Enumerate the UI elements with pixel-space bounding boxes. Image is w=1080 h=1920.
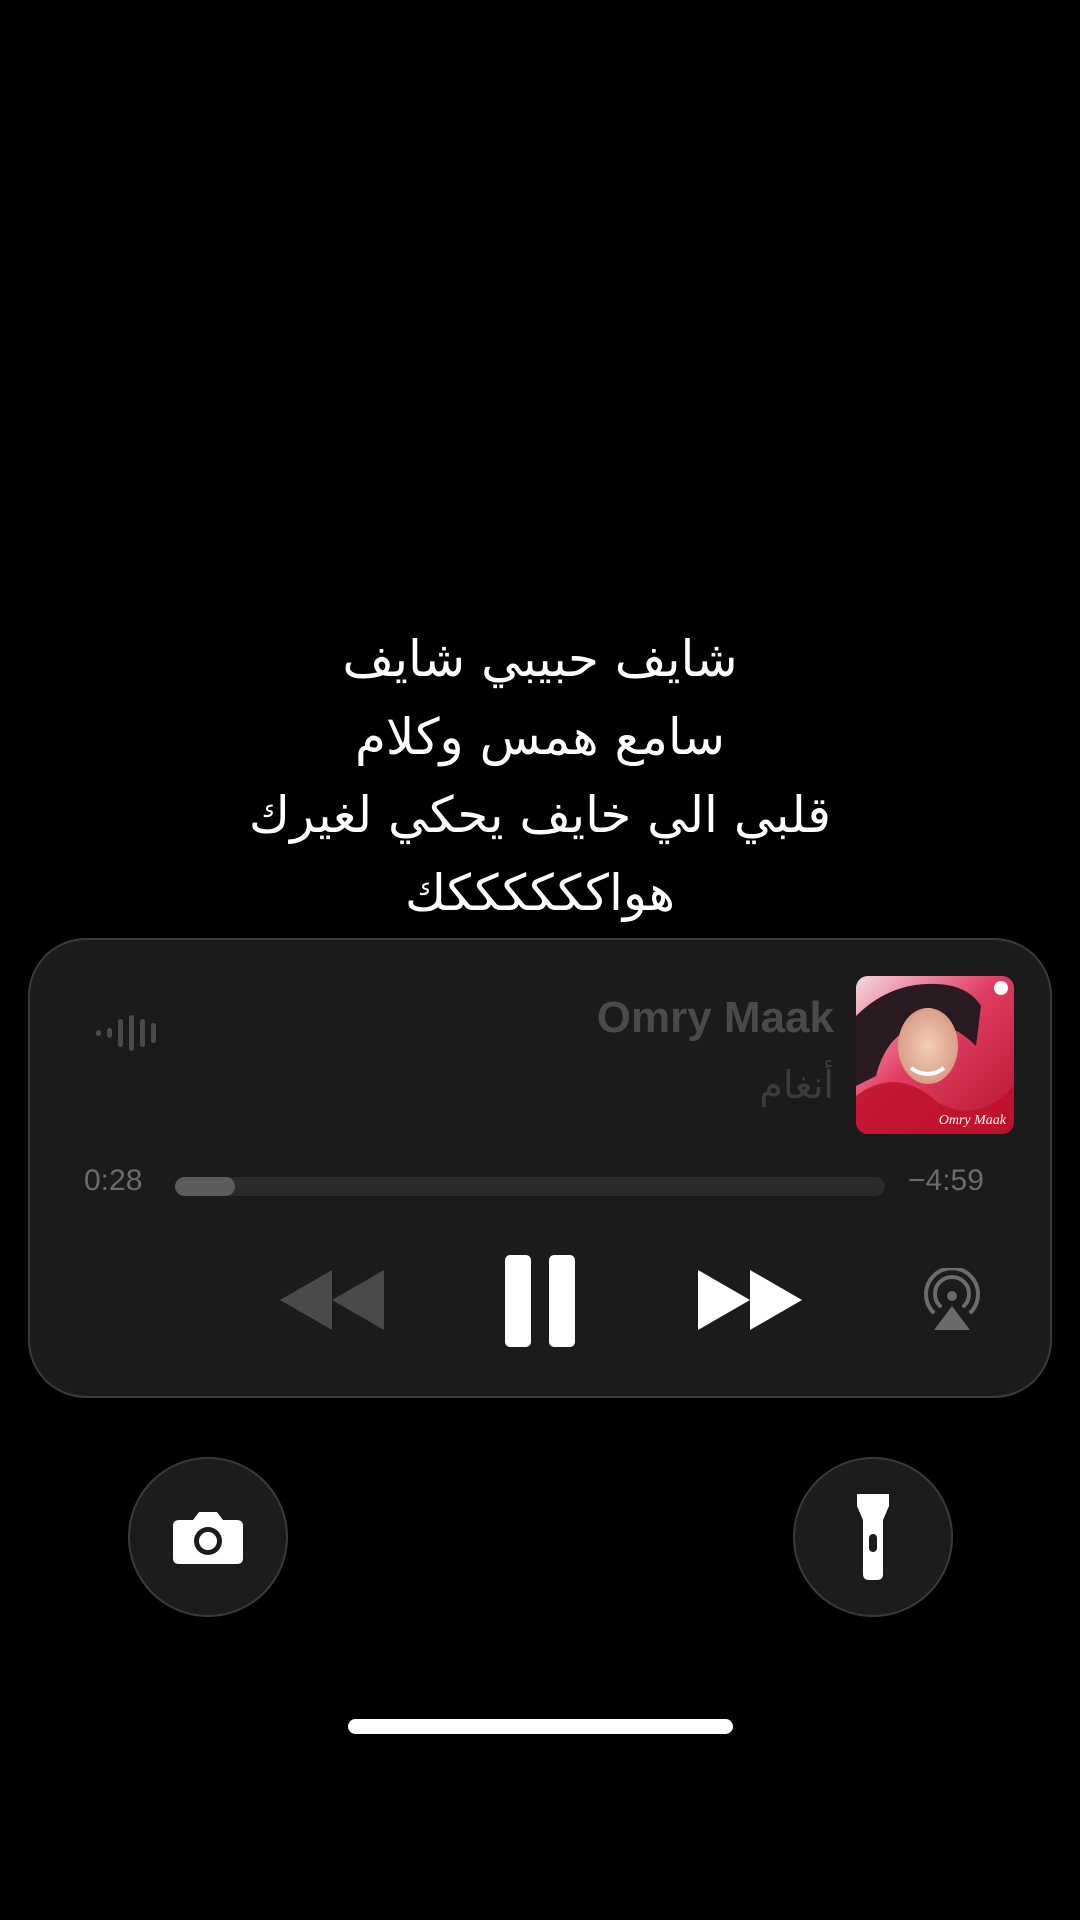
playback-progress-fill [175,1177,236,1196]
lyric-line: سامع همس وكلام [354,708,726,766]
flashlight-button[interactable] [793,1457,953,1617]
rewind-icon[interactable] [280,1270,384,1330]
lyric-line: شايف حبيبي شايف [342,630,738,688]
album-artwork[interactable]: Omry Maak [856,976,1014,1134]
time-remaining: −4:59 [908,1164,984,1197]
lyrics-overlay: شايف حبيبي شايف سامع همس وكلام قلبي الي … [0,620,1080,932]
camera-button[interactable] [128,1457,288,1617]
album-cover-text: Omry Maak [939,1113,1007,1128]
fast-forward-icon[interactable] [698,1270,802,1330]
playback-progress-bar[interactable] [175,1177,885,1196]
lyric-line: قلبي الي خايف يحكي لغيرك [248,786,832,844]
track-title: Omry Maak [596,993,834,1042]
pause-icon[interactable] [505,1255,575,1347]
home-indicator[interactable] [348,1719,733,1734]
airplay-icon[interactable] [920,1268,984,1332]
flashlight-icon [857,1494,889,1580]
lyric-line: هواككككككك [404,864,676,922]
audio-waveform-icon [96,1015,156,1051]
album-cover-image: Omry Maak [856,976,1014,1134]
track-artist: أنغام [759,1063,834,1107]
camera-icon [173,1512,243,1564]
time-elapsed: 0:28 [84,1164,143,1197]
